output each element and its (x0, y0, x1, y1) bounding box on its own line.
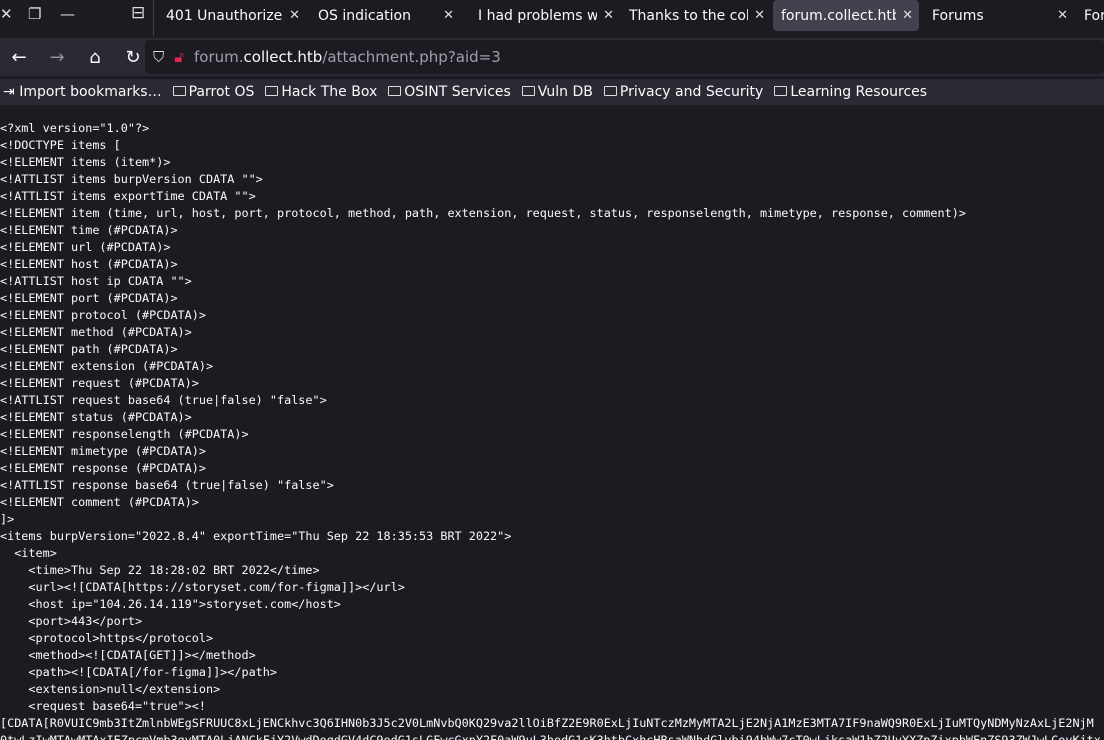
close-icon[interactable]: ✕ (748, 8, 771, 23)
tab-list-icon[interactable]: ⊟ (131, 3, 145, 23)
bookmark-label: Import bookmarks… (19, 84, 162, 100)
code-line: <request base64="true"><! (0, 699, 206, 713)
code-line: <!ELEMENT status (#PCDATA)> (0, 410, 192, 424)
tab-bar: ✕ ❐ — ⊟ 401 Unauthorized ✕ OS indication ✕… (0, 0, 1104, 36)
restore-window-icon[interactable]: ❐ (28, 5, 41, 23)
bookmark-label: Learning Resources (790, 84, 928, 100)
tab-thanks[interactable]: Thanks to the collaboration✕ (621, 0, 771, 31)
code-line: <!ELEMENT items (item*)> (0, 155, 171, 169)
bookmark-import[interactable]: ⇥ Import bookmarks… (3, 84, 162, 100)
tab-attachment[interactable]: forum.collect.htb/✕ (773, 0, 919, 31)
code-line: <!ELEMENT mimetype (#PCDATA)> (0, 444, 206, 458)
shield-icon[interactable]: ⛉ (153, 48, 164, 66)
home-icon[interactable]: ⌂ (76, 47, 114, 68)
bookmarks-bar: ⇥ Import bookmarks… Parrot OS Hack The B… (0, 79, 1104, 105)
code-line: <!ELEMENT path (#PCDATA)> (0, 342, 178, 356)
folder-icon (603, 86, 617, 96)
close-icon[interactable]: ✕ (1051, 8, 1074, 23)
xml-content: <?xml version="1.0"?> <!DOCTYPE items [ <!… (0, 111, 1104, 740)
tab-problems[interactable]: I had problems with✕ (470, 0, 620, 31)
folder-icon (388, 86, 402, 96)
code-line: <!ELEMENT comment (#PCDATA)> (0, 495, 199, 509)
code-line: <host ip="104.26.14.119">storyset.com</h… (0, 597, 341, 611)
folder-icon (521, 86, 535, 96)
code-line: <!ATTLIST response base64 (true|false) "… (0, 478, 334, 492)
minimize-window-icon[interactable]: — (60, 5, 75, 23)
close-icon[interactable]: ✕ (896, 8, 919, 23)
code-line: ]> (0, 512, 15, 526)
close-icon[interactable]: ✕ (597, 8, 620, 23)
code-line: <!ELEMENT host (#PCDATA)> (0, 257, 178, 271)
code-line: <!ELEMENT responselength (#PCDATA)> (0, 427, 249, 441)
code-line: <!ELEMENT response (#PCDATA)> (0, 461, 206, 475)
url-domain: collect.htb (243, 48, 323, 66)
code-line: <extension>null</extension> (0, 682, 221, 696)
insecure-lock-icon[interactable]: 🔓︎ (174, 48, 184, 66)
code-line: <!DOCTYPE items [ (0, 138, 121, 152)
code-line: <!ATTLIST items burpVersion CDATA ""> (0, 172, 263, 186)
bookmark-label: Parrot OS (188, 84, 255, 100)
url-prefix: forum. (194, 48, 244, 66)
code-line: <!ELEMENT request (#PCDATA)> (0, 376, 199, 390)
tab-title: Forums (1084, 7, 1104, 24)
code-line: [CDATA[R0VUIC9mb3ItZmlnbWEgSFRUUC8xLjENC… (0, 716, 1094, 730)
bookmark-folder-privacy[interactable]: Privacy and Security (603, 84, 764, 100)
tab-title: OS indication (318, 7, 411, 24)
code-line: <!ATTLIST host ip CDATA ""> (0, 274, 192, 288)
tab-title: Forums (932, 7, 984, 24)
folder-icon (172, 86, 186, 96)
url-bar[interactable]: ⛉ 🔓︎ forum. collect.htb/attachment.php?ai… (145, 40, 1104, 74)
bookmark-folder-vuln-db[interactable]: Vuln DB (521, 84, 593, 100)
tab-title: 401 Unauthorized (166, 7, 284, 24)
close-window-icon[interactable]: ✕ (0, 5, 13, 23)
folder-icon (265, 86, 279, 96)
close-icon[interactable]: ✕ (283, 8, 306, 23)
bookmark-label: Vuln DB (537, 84, 593, 100)
import-icon: ⇥ (3, 84, 20, 100)
code-line: <!ELEMENT url (#PCDATA)> (0, 240, 171, 254)
bookmark-label: Privacy and Security (619, 84, 764, 100)
code-line: <?xml version="1.0"?> (0, 121, 150, 135)
bookmark-label: Hack The Box (281, 84, 378, 100)
code-line: <items burpVersion="2022.8.4" exportTime… (0, 529, 512, 543)
tab-title: Thanks to the collaboration (629, 7, 749, 24)
tab-forums-2[interactable]: Forums (1076, 0, 1104, 31)
tab-title: forum.collect.htb/ (781, 7, 897, 24)
code-line: <item> (0, 546, 57, 560)
folder-icon (774, 86, 788, 96)
bookmark-folder-osint[interactable]: OSINT Services (388, 84, 511, 100)
nav-toolbar: ← → ⌂ ↻ ⛉ 🔓︎ forum. collect.htb/attachmen… (0, 38, 1104, 76)
back-icon[interactable]: ← (0, 47, 38, 68)
tab-forums[interactable]: Forums ✕ (924, 0, 1074, 31)
code-line: <!ATTLIST request base64 (true|false) "f… (0, 393, 327, 407)
bookmark-folder-parrot-os[interactable]: Parrot OS (172, 84, 255, 100)
tab-401[interactable]: 401 Unauthorized ✕ (158, 0, 306, 31)
bookmark-folder-learning[interactable]: Learning Resources (774, 84, 927, 100)
divider (153, 0, 154, 36)
code-line: <time>Thu Sep 22 18:28:02 BRT 2022</time… (0, 563, 320, 577)
code-line: <!ELEMENT protocol (#PCDATA)> (0, 308, 206, 322)
tab-title: I had problems with (478, 7, 598, 24)
code-line: <!ELEMENT port (#PCDATA)> (0, 291, 178, 305)
tab-os-indication[interactable]: OS indication ✕ (310, 0, 460, 31)
close-icon[interactable]: ✕ (437, 8, 460, 23)
code-line: <url><![CDATA[https://storyset.com/for-f… (0, 580, 405, 594)
code-line: <method><![CDATA[GET]]></method> (0, 648, 256, 662)
code-line: <!ELEMENT extension (#PCDATA)> (0, 359, 214, 373)
forward-icon[interactable]: → (38, 47, 76, 68)
code-line: <protocol>https</protocol> (0, 631, 214, 645)
bookmark-folder-hack-the-box[interactable]: Hack The Box (265, 84, 377, 100)
code-line: <!ELEMENT time (#PCDATA)> (0, 223, 178, 237)
code-line: <!ELEMENT method (#PCDATA)> (0, 325, 192, 339)
code-line: <!ATTLIST items exportTime CDATA ""> (0, 189, 256, 203)
bookmark-label: OSINT Services (404, 84, 511, 100)
code-line: <path><![CDATA[/for-figma]]></path> (0, 665, 277, 679)
code-line: 0twLzIwMTAwMTAxIEZpcmVmb3gvMTA0LjANCkFjY… (0, 733, 1101, 740)
url-path: /attachment.php?aid=3 (322, 48, 501, 66)
code-line: <!ELEMENT item (time, url, host, port, p… (0, 206, 966, 220)
code-line: <port>443</port> (0, 614, 143, 628)
